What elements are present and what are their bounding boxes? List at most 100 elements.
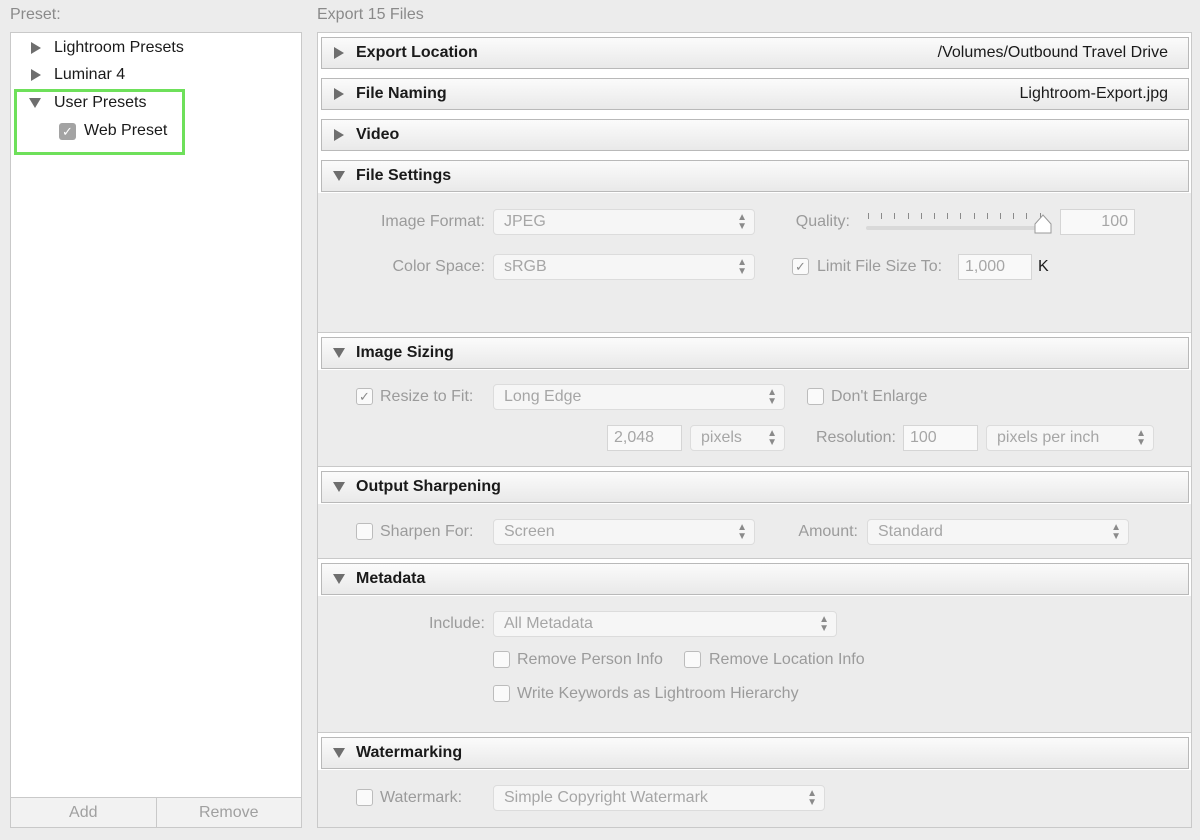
sharpen-for-checkbox[interactable] [356, 523, 373, 540]
slider-tick [947, 213, 949, 219]
select-value: pixels [701, 429, 742, 446]
amount-label: Amount: [798, 523, 858, 540]
section-title: Metadata [356, 570, 426, 587]
section-image-sizing[interactable]: Image Sizing [321, 337, 1189, 369]
remove-location-info-label: Remove Location Info [709, 651, 865, 668]
disclosure-down-icon[interactable] [333, 748, 345, 758]
sharpen-for-select[interactable]: Screen ▲ ▼ [493, 519, 755, 545]
section-summary: /Volumes/Outbound Travel Drive [937, 44, 1168, 61]
disclosure-right-icon[interactable] [31, 69, 41, 81]
section-title: Video [356, 126, 400, 143]
remove-person-info-checkbox[interactable] [493, 651, 510, 668]
resolution-unit-select[interactable]: pixels per inch ▲ ▼ [986, 425, 1154, 451]
limit-file-size-checkbox[interactable]: ✓ [792, 258, 809, 275]
slider-tick [1026, 213, 1028, 219]
updown-chevron-icon: ▲ ▼ [737, 522, 747, 542]
slider-tick [960, 213, 962, 219]
section-title: Output Sharpening [356, 478, 501, 495]
section-summary: Lightroom-Export.jpg [1019, 85, 1168, 102]
quality-slider[interactable] [866, 226, 1046, 230]
slider-tick [881, 213, 883, 219]
disclosure-right-icon[interactable] [334, 129, 344, 141]
disclosure-right-icon[interactable] [31, 42, 41, 54]
limit-file-size-label: Limit File Size To: [817, 258, 943, 275]
disclosure-down-icon[interactable] [333, 482, 345, 492]
updown-chevron-icon: ▲ ▼ [1136, 428, 1146, 448]
amount-select[interactable]: Standard ▲ ▼ [867, 519, 1129, 545]
quality-input[interactable]: 100 [1060, 209, 1135, 235]
limit-unit: K [1038, 258, 1049, 275]
quality-label: Quality: [795, 213, 850, 230]
select-value: Long Edge [504, 388, 582, 405]
watermark-select[interactable]: Simple Copyright Watermark ▲ ▼ [493, 785, 825, 811]
dont-enlarge-checkbox[interactable] [807, 388, 824, 405]
include-label: Include: [428, 615, 485, 632]
divider [318, 732, 1191, 733]
divider [318, 558, 1191, 559]
disclosure-right-icon[interactable] [334, 47, 344, 59]
updown-chevron-icon: ▲ ▼ [767, 387, 777, 407]
updown-chevron-icon: ▲ ▼ [767, 428, 777, 448]
section-title: Watermarking [356, 744, 463, 761]
section-video[interactable]: Video [321, 119, 1189, 151]
select-value: pixels per inch [997, 429, 1100, 446]
size-unit-select[interactable]: pixels ▲ ▼ [690, 425, 785, 451]
section-file-naming[interactable]: File Naming Lightroom-Export.jpg [321, 78, 1189, 110]
slider-tick [1000, 213, 1001, 219]
tree-item-label: Luminar 4 [54, 66, 126, 83]
remove-button[interactable]: Remove [157, 798, 302, 827]
selection-highlight [14, 89, 185, 155]
section-title: File Settings [356, 167, 452, 184]
select-value: Simple Copyright Watermark [504, 789, 708, 806]
size-input[interactable]: 2,048 [607, 425, 682, 451]
write-keywords-label: Write Keywords as Lightroom Hierarchy [517, 685, 799, 702]
slider-tick [986, 213, 988, 219]
remove-location-info-checkbox[interactable] [684, 651, 701, 668]
disclosure-down-icon[interactable] [333, 574, 345, 584]
section-file-settings[interactable]: File Settings [321, 160, 1189, 192]
resolution-label: Resolution: [815, 429, 896, 446]
disclosure-right-icon[interactable] [334, 88, 344, 100]
include-select[interactable]: All Metadata ▲ ▼ [493, 611, 837, 637]
updown-chevron-icon: ▲ ▼ [737, 212, 747, 232]
preset-buttons: Add Remove [10, 797, 302, 828]
tree-item-label: Lightroom Presets [54, 39, 184, 56]
sharpen-for-label: Sharpen For: [380, 523, 474, 540]
image-format-label: Image Format: [380, 213, 485, 230]
resize-mode-select[interactable]: Long Edge ▲ ▼ [493, 384, 785, 410]
section-output-sharpening[interactable]: Output Sharpening [321, 471, 1189, 503]
image-format-select[interactable]: JPEG ▲ ▼ [493, 209, 755, 235]
slider-tick [868, 213, 869, 219]
select-value: sRGB [504, 258, 547, 275]
disclosure-down-icon[interactable] [333, 171, 345, 181]
slider-tick [973, 213, 975, 219]
tree-item-luminar-4[interactable]: Luminar 4 [31, 62, 125, 88]
color-space-label: Color Space: [392, 258, 486, 275]
section-watermarking[interactable]: Watermarking [321, 737, 1189, 769]
preset-label: Preset: [10, 6, 61, 23]
write-keywords-checkbox[interactable] [493, 685, 510, 702]
divider [318, 332, 1191, 333]
slider-thumb-icon[interactable] [1034, 214, 1052, 234]
divider [318, 466, 1191, 467]
slider-tick [907, 213, 909, 219]
updown-chevron-icon: ▲ ▼ [807, 788, 817, 808]
section-title: File Naming [356, 85, 447, 102]
updown-chevron-icon: ▲ ▼ [819, 614, 829, 634]
resize-to-fit-label: Resize to Fit: [380, 388, 474, 405]
slider-tick [920, 213, 922, 219]
add-button[interactable]: Add [11, 798, 157, 827]
tree-item-lightroom-presets[interactable]: Lightroom Presets [31, 35, 184, 61]
select-value: JPEG [504, 213, 546, 230]
watermark-checkbox[interactable] [356, 789, 373, 806]
resize-to-fit-checkbox[interactable]: ✓ [356, 388, 373, 405]
updown-chevron-icon: ▲ ▼ [737, 257, 747, 277]
remove-person-info-label: Remove Person Info [517, 651, 663, 668]
limit-file-size-input[interactable]: 1,000 [958, 254, 1032, 280]
section-metadata[interactable]: Metadata [321, 563, 1189, 595]
color-space-select[interactable]: sRGB ▲ ▼ [493, 254, 755, 280]
disclosure-down-icon[interactable] [333, 348, 345, 358]
resolution-input[interactable]: 100 [903, 425, 978, 451]
section-export-location[interactable]: Export Location /Volumes/Outbound Travel… [321, 37, 1189, 69]
select-value: Screen [504, 523, 555, 540]
